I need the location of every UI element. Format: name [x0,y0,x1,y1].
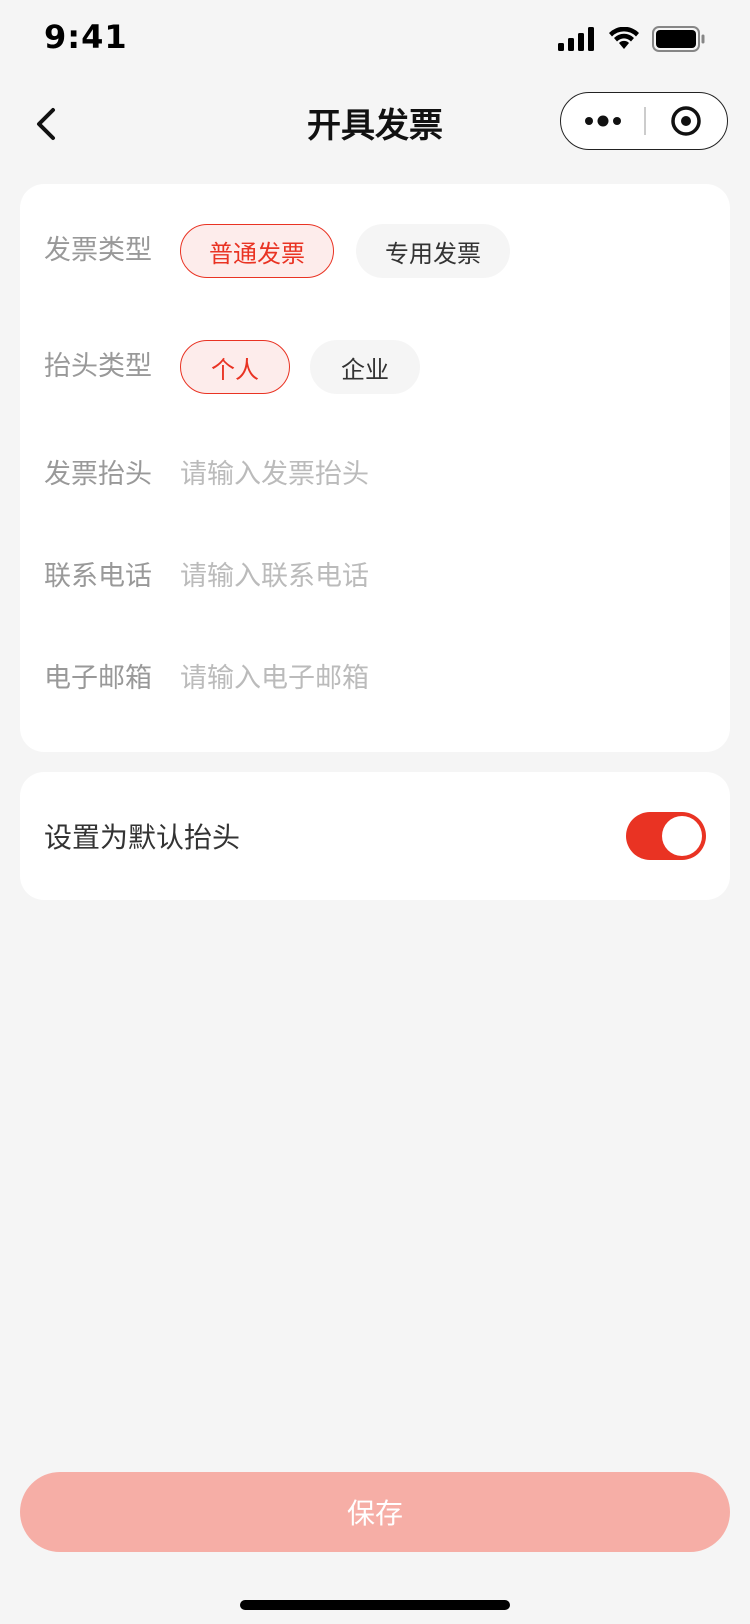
email-label: 电子邮箱 [44,663,152,694]
status-time: 9:41 [44,18,128,56]
default-header-card: 设置为默认抬头 [20,772,730,900]
phone-input[interactable]: 请输入联系电话 [180,554,369,593]
close-button[interactable] [646,105,727,137]
phone-label: 联系电话 [44,561,152,592]
mini-program-capsule [560,92,728,150]
default-header-label: 设置为默认抬头 [44,821,241,854]
navigation-bar: 开具发票 [0,88,750,184]
header-type-label: 抬头类型 [44,351,152,382]
more-button[interactable] [561,115,644,127]
invoice-form-card: 发票类型 普通发票 专用发票 抬头类型 个人 企业 发票抬头 请输入发票抬头 联… [20,184,730,752]
save-button[interactable]: 保存 [20,1472,730,1552]
invoice-type-normal-chip[interactable]: 普通发票 [180,224,334,278]
invoice-header-label: 发票抬头 [44,459,152,490]
header-type-company-chip[interactable]: 企业 [310,340,420,394]
invoice-type-label: 发票类型 [44,235,152,266]
more-dots-icon [584,115,621,127]
status-bar: 9:41 [0,0,750,88]
wifi-icon [609,27,639,49]
email-input[interactable]: 请输入电子邮箱 [180,656,369,695]
battery-icon [652,26,705,52]
header-type-personal-chip[interactable]: 个人 [180,340,290,394]
status-icons [558,26,706,52]
cellular-signal-icon [558,27,594,51]
target-circle-icon [671,106,702,136]
default-header-toggle[interactable] [626,812,706,860]
invoice-type-special-chip[interactable]: 专用发票 [356,224,510,278]
toggle-knob [662,816,702,856]
invoice-header-input[interactable]: 请输入发票抬头 [180,452,369,491]
home-indicator [240,1600,510,1610]
